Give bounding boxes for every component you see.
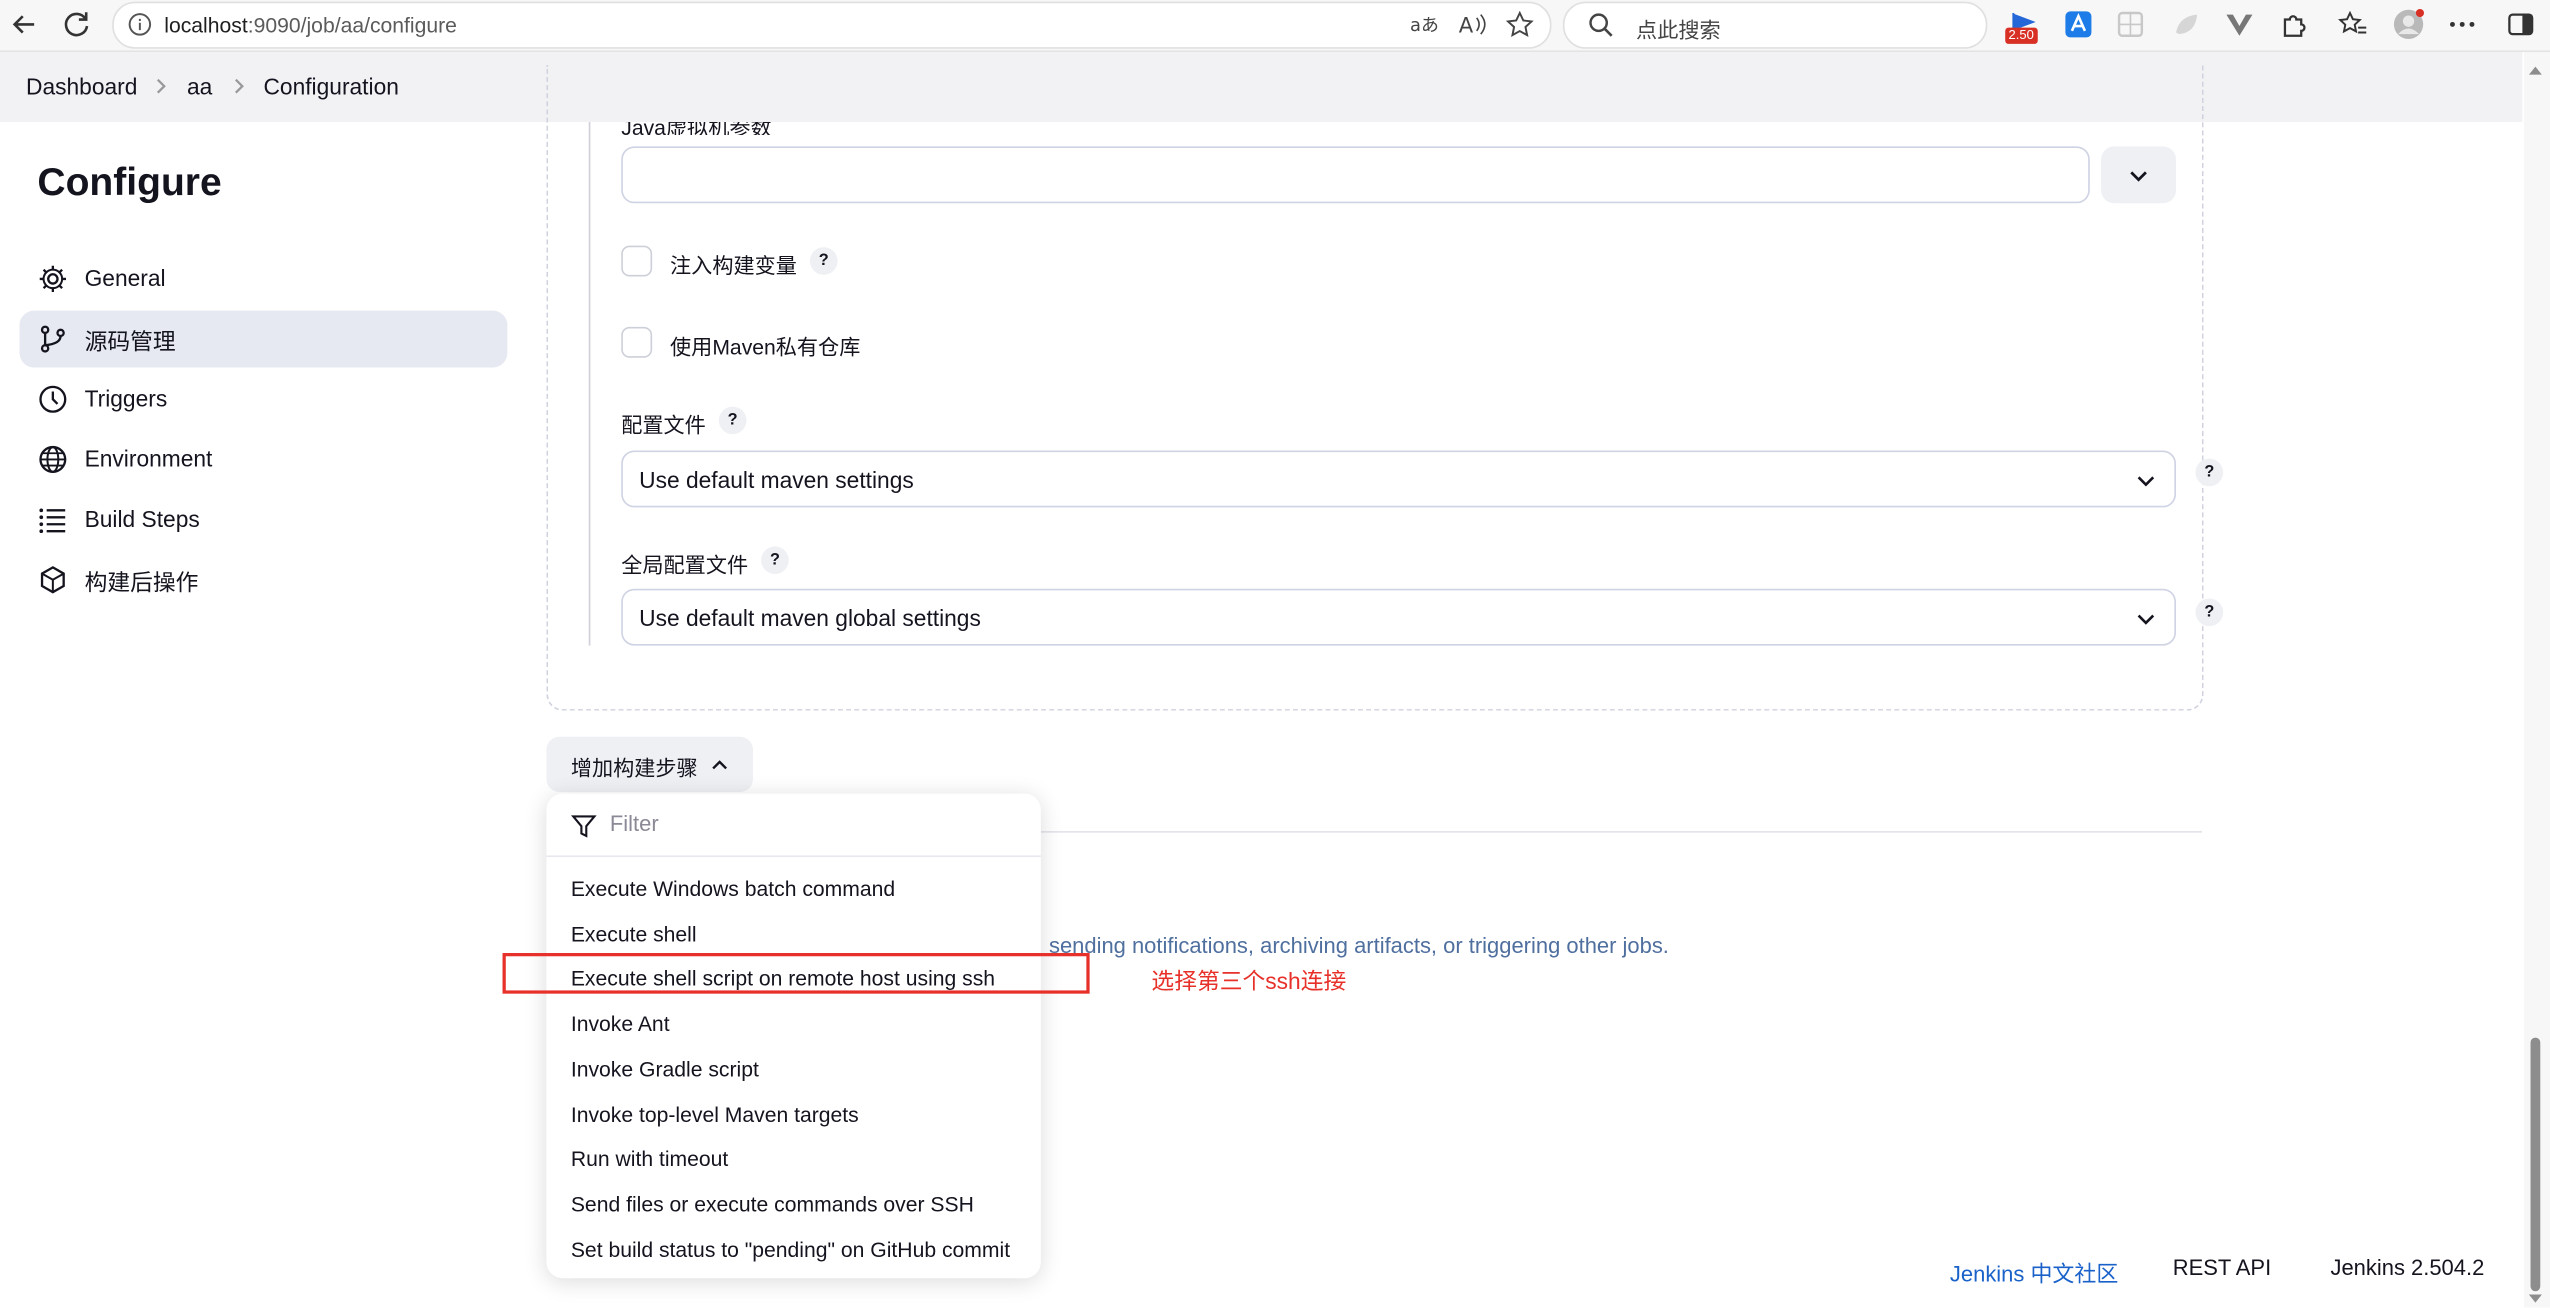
footer-community-link[interactable]: Jenkins 中文社区 <box>1950 1256 2118 1289</box>
section-divider <box>1040 831 2203 833</box>
expand-textarea-button[interactable] <box>2101 146 2176 204</box>
menu-item-invoke-ant[interactable]: Invoke Ant <box>571 1012 670 1036</box>
footer-rest-api-link[interactable]: REST API <box>2173 1256 2271 1280</box>
chevron-down-icon <box>2137 476 2155 487</box>
reload-icon[interactable] <box>59 7 95 43</box>
settings-file-value: Use default maven settings <box>639 466 914 493</box>
add-build-step-button[interactable]: 增加构建步骤 <box>546 736 753 793</box>
more-menu-icon[interactable] <box>2446 8 2479 41</box>
help-icon[interactable]: ? <box>718 406 747 435</box>
read-aloud-icon[interactable]: A <box>1457 10 1488 41</box>
extension-translate-icon[interactable] <box>2062 8 2095 41</box>
private-repo-checkbox[interactable] <box>621 326 653 358</box>
sidebar-item-label: Build Steps <box>84 505 200 532</box>
menu-item-invoke-gradle[interactable]: Invoke Gradle script <box>571 1057 759 1081</box>
scroll-down-arrow-icon[interactable] <box>2528 1294 2542 1305</box>
cube-icon <box>40 566 65 594</box>
globe-icon <box>39 445 67 473</box>
search-icon <box>1589 13 1613 37</box>
extensions-puzzle-icon[interactable] <box>2277 8 2310 41</box>
chevron-down-icon <box>2137 614 2155 625</box>
private-repo-label: 使用Maven私有仓库 <box>670 335 861 360</box>
global-settings-label: 全局配置文件 <box>621 552 749 578</box>
breadcrumb-configuration[interactable]: Configuration <box>263 73 398 99</box>
branch-icon <box>40 325 65 353</box>
menu-item-github-pending[interactable]: Set build status to "pending" on GitHub … <box>571 1238 1010 1262</box>
browser-search-box[interactable]: 点此搜索 <box>1562 1 1988 49</box>
add-build-step-label: 增加构建步骤 <box>570 756 698 781</box>
svg-text:A: A <box>1459 13 1474 38</box>
url-path: :9090/job/aa/configure <box>247 13 457 38</box>
extension-grid-icon[interactable] <box>2114 8 2147 41</box>
url-text: localhost:9090/job/aa/configure <box>164 13 457 37</box>
breadcrumb-job[interactable]: aa <box>187 73 212 99</box>
url-host: localhost <box>164 13 248 38</box>
help-icon[interactable]: ? <box>2195 598 2224 627</box>
clock-icon <box>39 385 67 413</box>
scrollbar-thumb[interactable] <box>2530 1037 2541 1292</box>
profile-avatar-icon[interactable] <box>2392 8 2425 41</box>
help-icon[interactable]: ? <box>2195 458 2224 487</box>
inject-build-vars-label: 注入构建变量 <box>670 253 797 279</box>
svg-text:aあ: aあ <box>1410 15 1439 36</box>
global-settings-select[interactable]: Use default maven global settings <box>621 588 2176 646</box>
translate-icon[interactable]: aあ <box>1408 10 1439 41</box>
browser-toolbar: localhost:9090/job/aa/configure aあ A 点此搜… <box>0 0 2550 53</box>
sidebar-item-environment[interactable]: Environment <box>20 431 508 488</box>
chevron-right-icon <box>235 78 244 94</box>
info-icon[interactable] <box>127 11 153 37</box>
jvm-options-label: Java虚拟机参数 <box>621 121 772 135</box>
inject-build-vars-checkbox[interactable] <box>621 245 653 277</box>
page-title: Configure <box>37 161 222 205</box>
jvm-options-input[interactable] <box>621 146 2090 204</box>
favorites-icon[interactable] <box>2337 8 2370 41</box>
search-placeholder: 点此搜索 <box>1636 17 1721 43</box>
menu-item-send-files-ssh[interactable]: Send files or execute commands over SSH <box>571 1192 974 1216</box>
menu-item-invoke-maven[interactable]: Invoke top-level Maven targets <box>571 1103 859 1127</box>
jvm-label-clip: Java虚拟机参数 <box>621 122 849 135</box>
sidebar-toggle-icon[interactable] <box>2505 8 2538 41</box>
sidebar-item-label: Triggers <box>84 385 168 412</box>
help-icon[interactable]: ? <box>761 546 789 575</box>
sidebar-item-label: 源码管理 <box>84 328 176 355</box>
chevron-right-icon <box>156 78 166 94</box>
favorite-star-icon[interactable] <box>1504 10 1535 41</box>
filter-icon <box>571 815 597 838</box>
extension-leaf-icon[interactable] <box>2169 8 2202 41</box>
sidebar-item-label: Environment <box>84 445 213 472</box>
build-step-dropdown: Filter Execute Windows batch command Exe… <box>546 793 1041 1279</box>
menu-item-run-with-timeout[interactable]: Run with timeout <box>571 1147 728 1171</box>
sidebar-item-triggers[interactable]: Triggers <box>20 371 508 428</box>
scroll-up-arrow-icon[interactable] <box>2528 65 2542 75</box>
menu-item-windows-batch[interactable]: Execute Windows batch command <box>571 877 895 901</box>
sidebar-item-scm[interactable]: 源码管理 <box>19 310 508 368</box>
section-indent-line <box>588 121 591 646</box>
chevron-down-icon <box>2130 171 2147 182</box>
sidebar-item-build-steps[interactable]: Build Steps <box>20 491 508 548</box>
chevron-up-icon <box>712 760 728 770</box>
list-icon <box>39 508 66 534</box>
highlight-box <box>502 953 1090 994</box>
sidebar-item-label: General <box>84 265 166 292</box>
post-build-description: sending notifications, archiving artifac… <box>1048 933 1669 958</box>
global-settings-value: Use default maven global settings <box>639 604 981 632</box>
sidebar-item-general[interactable]: General <box>20 250 508 307</box>
extension-vue-icon[interactable] <box>2223 8 2256 41</box>
sidebar-item-post-build[interactable]: 构建后操作 <box>20 551 508 608</box>
filter-placeholder: Filter <box>609 811 659 836</box>
back-arrow-icon[interactable] <box>7 7 43 43</box>
annotation-text: 选择第三个ssh连接 <box>1151 967 1347 994</box>
extension-badge: 2.50 <box>2005 27 2038 44</box>
breadcrumb-dashboard[interactable]: Dashboard <box>26 73 137 99</box>
gear-icon <box>39 265 66 293</box>
menu-item-execute-shell[interactable]: Execute shell <box>571 922 697 946</box>
help-icon[interactable]: ? <box>809 247 838 275</box>
footer-version-link[interactable]: Jenkins 2.504.2 <box>2330 1256 2484 1280</box>
address-bar[interactable]: localhost:9090/job/aa/configure aあ A <box>112 1 1552 49</box>
filter-input[interactable]: Filter <box>546 794 1041 858</box>
settings-file-select[interactable]: Use default maven settings <box>621 450 2176 508</box>
settings-file-label: 配置文件 <box>621 413 706 438</box>
sidebar-item-label: 构建后操作 <box>84 569 199 596</box>
